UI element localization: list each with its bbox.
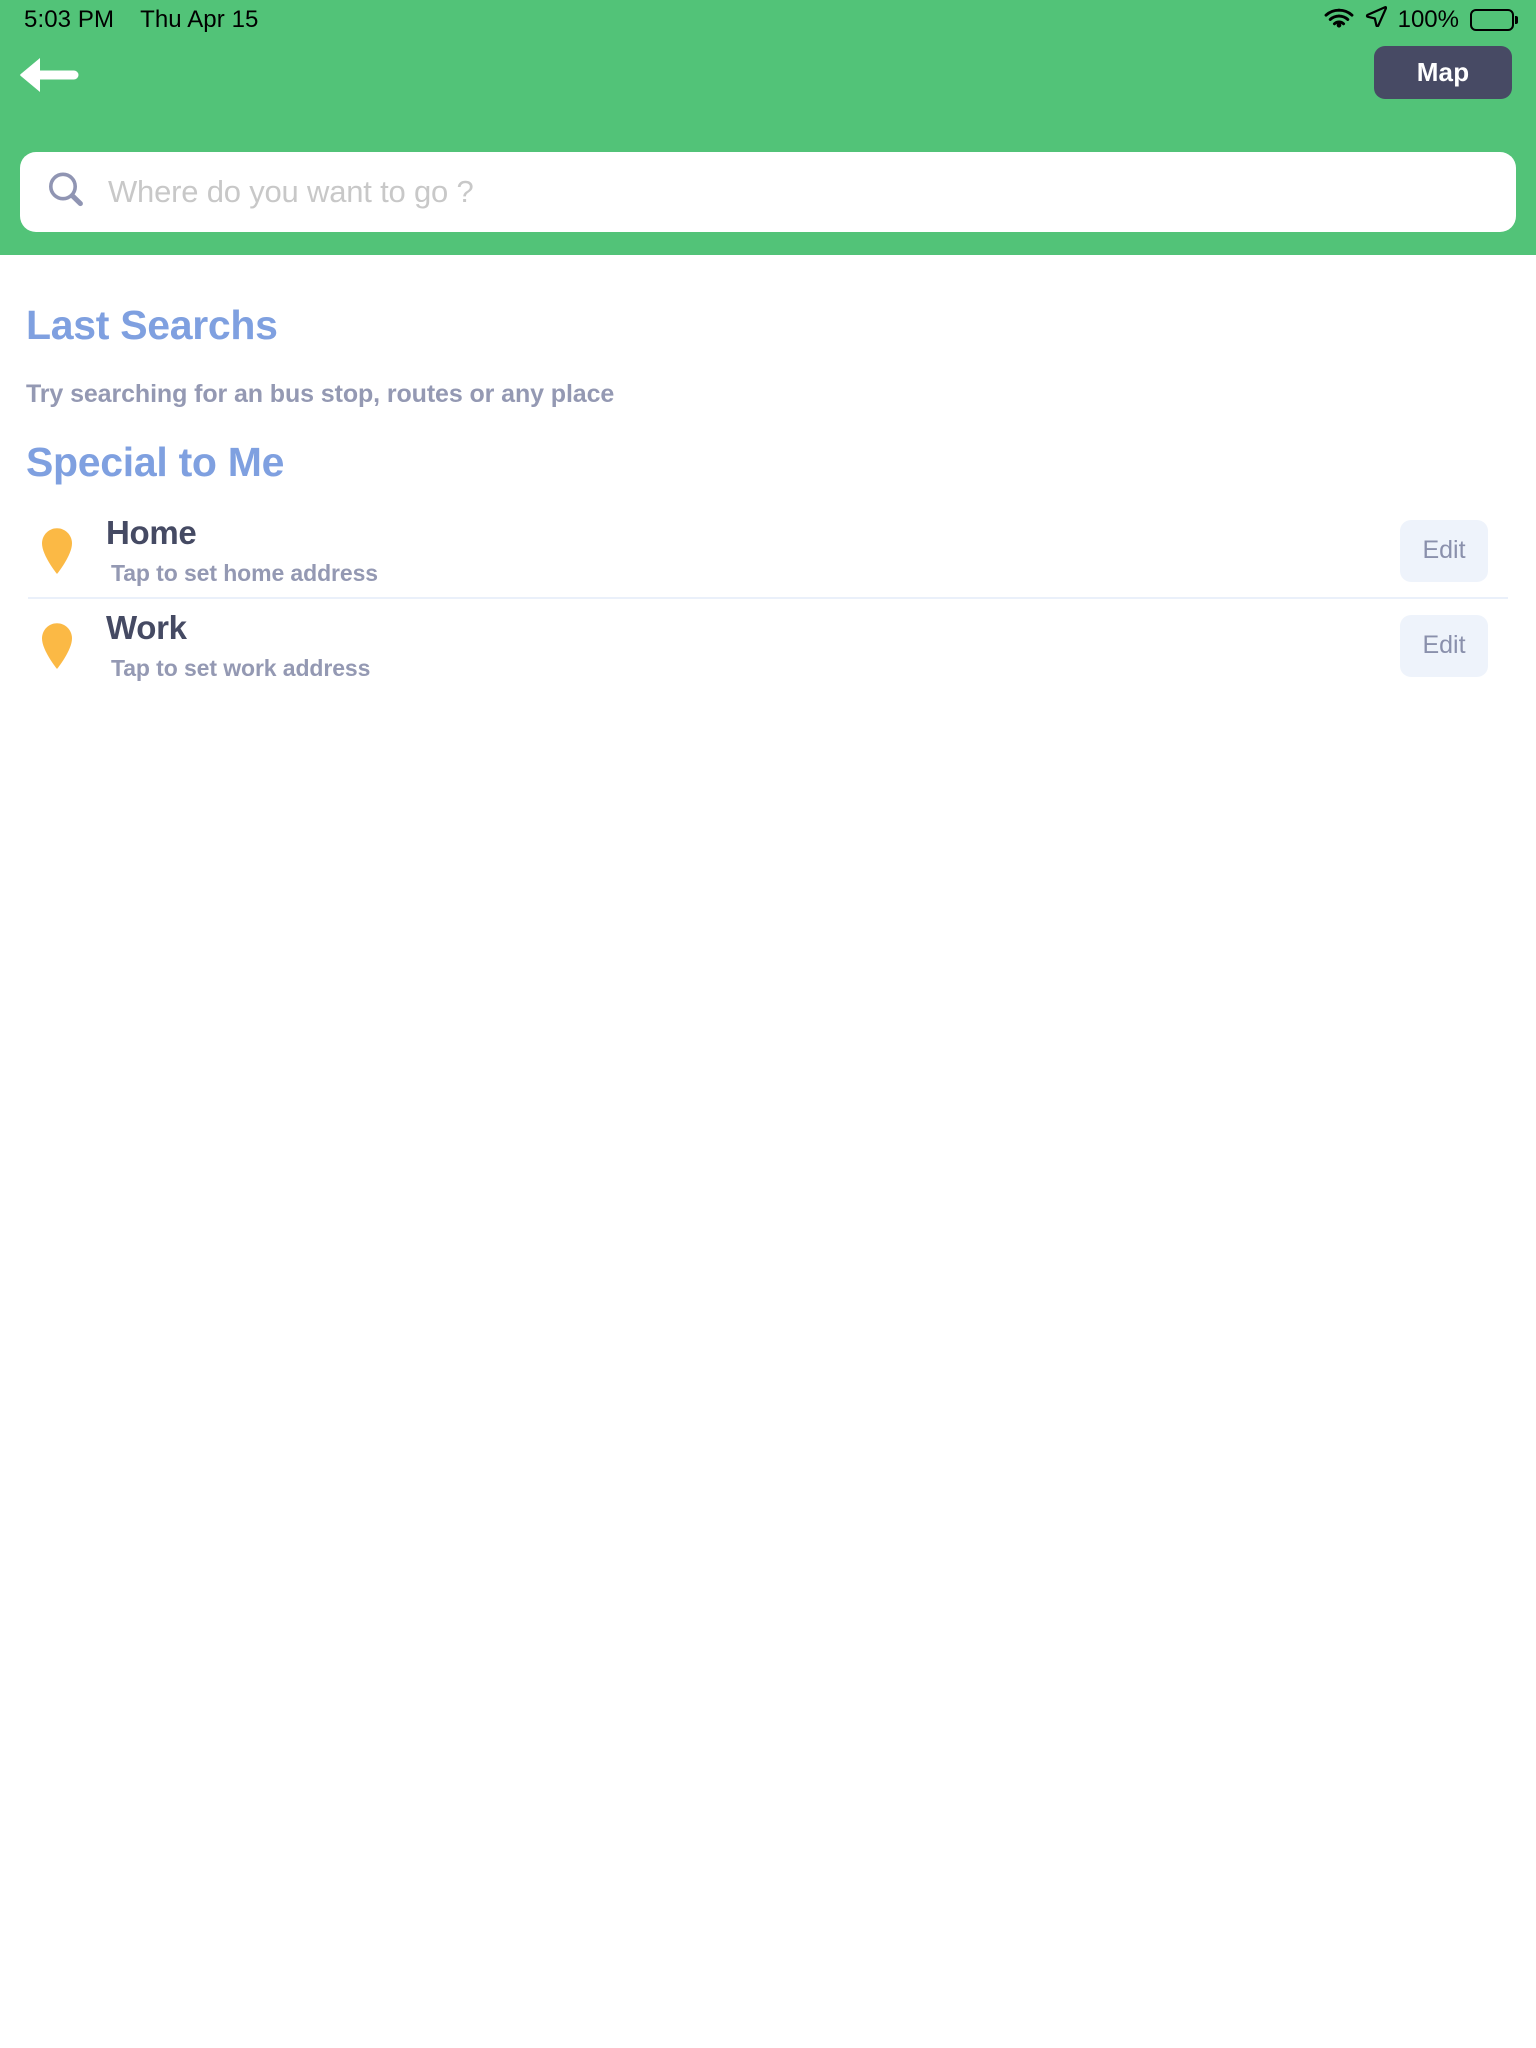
- special-places-list: Home Tap to set home address Edit Work T…: [0, 504, 1536, 692]
- edit-work-button[interactable]: Edit: [1400, 614, 1488, 677]
- pin-wrapper: [28, 622, 86, 670]
- pin-wrapper: [28, 527, 86, 575]
- location-arrow-icon: [1365, 5, 1387, 34]
- place-name: Home: [106, 514, 197, 552]
- map-pin-icon: [42, 527, 72, 574]
- battery-percent-label: 100%: [1397, 6, 1459, 33]
- back-arrow-icon: [20, 58, 79, 92]
- place-subtitle: Tap to set home address: [111, 559, 378, 586]
- search-input-placeholder[interactable]: Where do you want to go ?: [108, 174, 474, 210]
- last-searches-empty-hint: Try searching for an bus stop, routes or…: [26, 380, 615, 408]
- wifi-icon: [1324, 6, 1354, 35]
- special-to-me-title: Special to Me: [26, 439, 285, 485]
- search-icon: [46, 170, 86, 215]
- status-date: Thu Apr 15: [140, 6, 259, 33]
- main-content: Last Searchs Try searching for an bus st…: [0, 302, 1536, 692]
- map-pin-icon: [42, 622, 72, 669]
- place-text-work: Work Tap to set work address: [86, 611, 1400, 680]
- status-bar-right: 100%: [1324, 6, 1514, 35]
- place-name: Work: [106, 609, 187, 647]
- back-button[interactable]: [18, 53, 82, 97]
- status-time: 5:03 PM: [24, 6, 115, 33]
- place-subtitle: Tap to set work address: [111, 654, 371, 681]
- status-bar: 5:03 PM Thu Apr 15 100%: [0, 0, 1536, 40]
- status-bar-left: 5:03 PM Thu Apr 15: [24, 6, 259, 34]
- last-searches-title: Last Searchs: [26, 302, 278, 348]
- map-button[interactable]: Map: [1374, 46, 1512, 99]
- search-bar[interactable]: Where do you want to go ?: [20, 152, 1516, 232]
- list-item-work[interactable]: Work Tap to set work address Edit: [0, 599, 1536, 692]
- battery-full-icon: [1470, 9, 1514, 31]
- app-header: 5:03 PM Thu Apr 15 100% Map Where do you…: [0, 0, 1536, 255]
- nav-row: Map: [0, 40, 1536, 112]
- edit-home-button[interactable]: Edit: [1400, 519, 1488, 582]
- place-text-home: Home Tap to set home address: [86, 516, 1400, 585]
- list-item-home[interactable]: Home Tap to set home address Edit: [0, 504, 1536, 597]
